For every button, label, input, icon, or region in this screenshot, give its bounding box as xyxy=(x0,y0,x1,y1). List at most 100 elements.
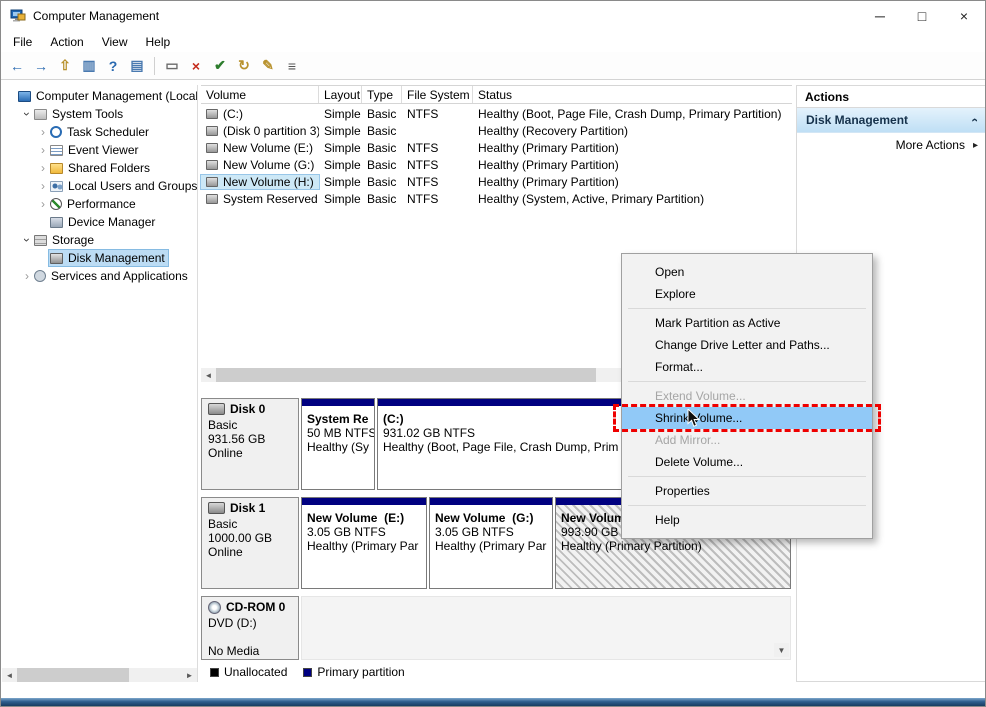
volume-cell: Healthy (System, Active, Primary Partiti… xyxy=(473,192,792,206)
disk-management-icon xyxy=(50,253,63,264)
chevron-collapsed-icon[interactable]: › xyxy=(37,126,49,138)
tree-item-label: Performance xyxy=(67,197,136,211)
tree-h-scrollbar[interactable]: ◄ ► xyxy=(2,668,197,682)
menu-file[interactable]: File xyxy=(4,33,41,51)
tree-scroll-thumb[interactable] xyxy=(17,668,129,682)
actions-section-label: Disk Management xyxy=(806,113,908,127)
services-and-applications-icon xyxy=(34,270,46,282)
column-header-volume[interactable]: Volume xyxy=(201,86,319,103)
refresh-icon[interactable]: ↻ xyxy=(233,55,255,77)
chevron-expanded-icon[interactable]: › xyxy=(21,108,33,120)
close-button[interactable]: × xyxy=(943,1,985,31)
tree-item-device-manager[interactable]: Device Manager xyxy=(2,213,197,231)
menu-item-delete-volume[interactable]: Delete Volume... xyxy=(622,451,872,473)
show-hide-tree-icon[interactable]: ▥ xyxy=(78,55,100,77)
menu-item-format[interactable]: Format... xyxy=(622,356,872,378)
mark-active-icon[interactable]: ✔ xyxy=(209,55,231,77)
collapse-chevron-icon[interactable]: › xyxy=(967,118,981,122)
menu-bar: FileActionViewHelp xyxy=(1,31,985,52)
partition-name: System Re xyxy=(307,412,369,426)
disk-name: Disk 1 xyxy=(230,501,265,515)
tree-item-label: Storage xyxy=(52,233,94,247)
chevron-collapsed-icon[interactable]: › xyxy=(37,198,49,210)
disk-name: CD-ROM 0 xyxy=(226,600,285,614)
legend-label: Primary partition xyxy=(317,665,404,679)
chevron-collapsed-icon[interactable]: › xyxy=(21,270,33,282)
column-header-status[interactable]: Status xyxy=(473,86,792,103)
scroll-left-icon[interactable]: ◄ xyxy=(201,368,216,382)
tree-item-task-scheduler[interactable]: ›Task Scheduler xyxy=(2,123,197,141)
volume-row[interactable]: System ReservedSimpleBasicNTFSHealthy (S… xyxy=(201,190,792,207)
tree-item-label: System Tools xyxy=(52,107,123,121)
menu-action[interactable]: Action xyxy=(41,33,92,51)
column-header-type[interactable]: Type xyxy=(362,86,402,103)
disk-title: Disk 1 xyxy=(208,501,292,515)
disk-label-disk1[interactable]: Disk 1Basic1000.00 GBOnline xyxy=(201,497,299,589)
menu-item-open[interactable]: Open xyxy=(622,261,872,283)
list-scroll-thumb[interactable] xyxy=(216,368,596,382)
menu-separator xyxy=(628,381,866,382)
format-icon[interactable]: ✎ xyxy=(257,55,279,77)
volume-row[interactable]: New Volume (H:)SimpleBasicNTFSHealthy (P… xyxy=(201,173,792,190)
chevron-collapsed-icon[interactable]: › xyxy=(37,144,49,156)
partition-system-re[interactable]: System Re50 MB NTFSHealthy (Sy xyxy=(301,398,375,490)
tree-item-local-users-and-groups[interactable]: ›Local Users and Groups xyxy=(2,177,197,195)
partition-new-volume-g[interactable]: New Volume (G:)3.05 GB NTFSHealthy (Prim… xyxy=(429,497,553,589)
chevron-expanded-icon[interactable]: › xyxy=(21,234,33,246)
partition-status: Healthy (Primary Partition) xyxy=(561,539,785,553)
scroll-left-icon[interactable]: ◄ xyxy=(2,668,17,682)
menu-item-shrink-volume[interactable]: Shrink Volume... xyxy=(622,407,872,429)
menu-item-help[interactable]: Help xyxy=(622,509,872,531)
menu-view[interactable]: View xyxy=(93,33,137,51)
chevron-collapsed-icon[interactable]: › xyxy=(37,180,49,192)
empty-media-area xyxy=(301,596,791,660)
column-header-layout[interactable]: Layout xyxy=(319,86,362,103)
help-icon[interactable]: ? xyxy=(102,55,124,77)
partition-new-volume-e[interactable]: New Volume (E:)3.05 GB NTFSHealthy (Prim… xyxy=(301,497,427,589)
tree-item-storage[interactable]: › Storage xyxy=(2,231,197,249)
export-list-icon[interactable]: ▤ xyxy=(126,55,148,77)
menu-item-explore[interactable]: Explore xyxy=(622,283,872,305)
delete-volume-icon[interactable]: × xyxy=(185,55,207,77)
tree-item-event-viewer[interactable]: ›Event Viewer xyxy=(2,141,197,159)
hdd-icon xyxy=(208,403,225,415)
tree-item-shared-folders[interactable]: ›Shared Folders xyxy=(2,159,197,177)
action-pane-icon[interactable]: ▭ xyxy=(161,55,183,77)
menu-item-mark-partition-as-active[interactable]: Mark Partition as Active xyxy=(622,312,872,334)
minimize-button[interactable]: ─ xyxy=(859,1,901,31)
volume-cell: Basic xyxy=(362,175,402,189)
tree-item-content: Services and Applications xyxy=(33,268,191,284)
menu-item-change-drive-letter-and-paths[interactable]: Change Drive Letter and Paths... xyxy=(622,334,872,356)
legend-item-unallocated: Unallocated xyxy=(210,665,287,679)
disk-info-line xyxy=(208,630,292,644)
tree-scroll-track[interactable] xyxy=(17,668,182,682)
tree-item-system-tools[interactable]: › System Tools xyxy=(2,105,197,123)
disk-label-disk0[interactable]: Disk 0Basic931.56 GBOnline xyxy=(201,398,299,490)
volume-row[interactable]: New Volume (E:)SimpleBasicNTFSHealthy (P… xyxy=(201,139,792,156)
actions-section-disk-management[interactable]: Disk Management › xyxy=(797,108,985,133)
computer-management-icon xyxy=(18,91,31,102)
tree-item-disk-management[interactable]: Disk Management xyxy=(2,249,197,267)
menu-item-properties[interactable]: Properties xyxy=(622,480,872,502)
properties-icon[interactable]: ≡ xyxy=(281,55,303,77)
up-one-level-icon[interactable]: ⇧ xyxy=(54,55,76,77)
more-actions-item[interactable]: More Actions ▸ xyxy=(797,133,985,157)
console-tree-panel: Computer Management (Local›System Tools›… xyxy=(2,85,198,682)
tree-item-content: Device Manager xyxy=(49,214,158,230)
scroll-right-icon[interactable]: ► xyxy=(182,668,197,682)
partition-type-strip xyxy=(302,399,374,406)
forward-icon[interactable]: → xyxy=(30,55,52,77)
volume-row[interactable]: (Disk 0 partition 3)SimpleBasicHealthy (… xyxy=(201,122,792,139)
volume-row[interactable]: New Volume (G:)SimpleBasicNTFSHealthy (P… xyxy=(201,156,792,173)
maximize-button[interactable]: □ xyxy=(901,1,943,31)
scroll-down-icon[interactable]: ▼ xyxy=(774,643,789,657)
tree-item-services-and-applications[interactable]: ›Services and Applications xyxy=(2,267,197,285)
disk-label-cdrom0[interactable]: CD-ROM 0DVD (D:)No Media xyxy=(201,596,299,660)
column-header-file-system[interactable]: File System xyxy=(402,86,473,103)
volume-row[interactable]: (C:)SimpleBasicNTFSHealthy (Boot, Page F… xyxy=(201,105,792,122)
tree-item-performance[interactable]: › Performance xyxy=(2,195,197,213)
menu-help[interactable]: Help xyxy=(137,33,180,51)
chevron-collapsed-icon[interactable]: › xyxy=(37,162,49,174)
tree-item-computer-management[interactable]: Computer Management (Local xyxy=(2,87,197,105)
back-icon[interactable]: ← xyxy=(6,55,28,77)
